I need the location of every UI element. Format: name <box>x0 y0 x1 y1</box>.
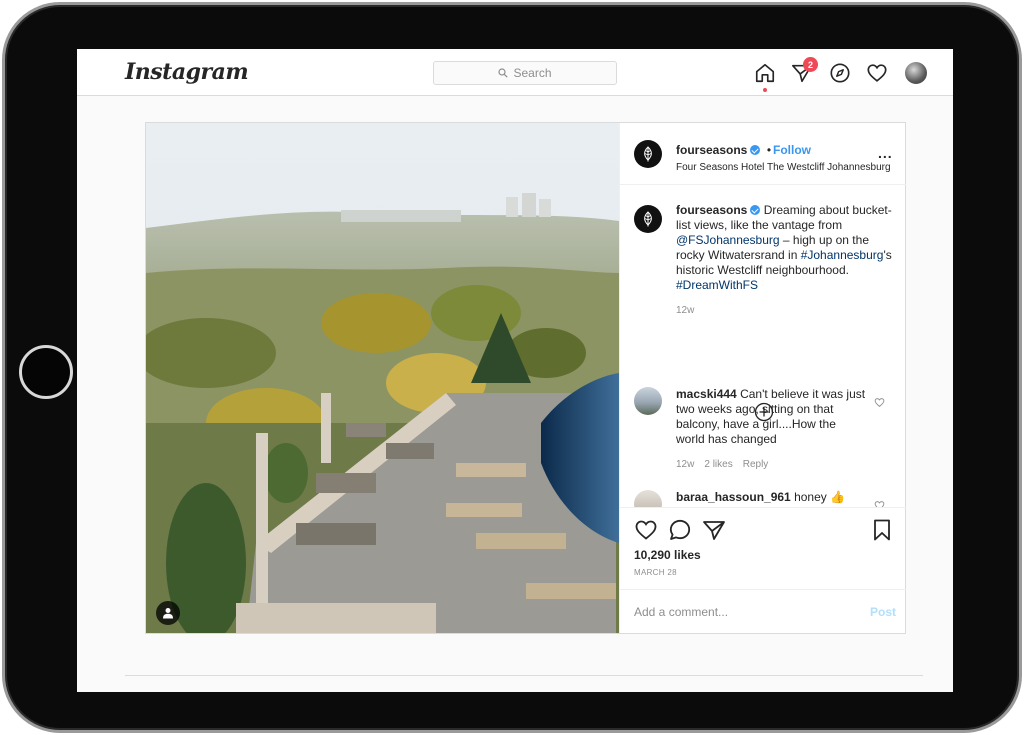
comment-reply-button[interactable]: Reply <box>743 459 769 470</box>
activity-nav-button[interactable] <box>865 61 889 85</box>
tree-logo-icon <box>644 211 652 227</box>
author-avatar[interactable] <box>634 140 662 168</box>
comment-item: baraa_hassoun_961 honey 👍 <box>634 490 894 507</box>
caption-hashtag-johannesburg[interactable]: #Johannesburg <box>801 248 884 262</box>
user-icon <box>163 608 173 619</box>
search-box[interactable]: Search <box>433 61 617 85</box>
comment-like-heart-icon[interactable] <box>874 397 885 408</box>
heart-icon <box>867 64 887 82</box>
post-actions: 10,290 likes MARCH 28 <box>620 507 906 589</box>
likes-count[interactable]: 10,290 likes <box>634 548 701 562</box>
caption-author-username[interactable]: fourseasons <box>676 203 747 217</box>
post-comment-button[interactable]: Post <box>870 605 896 619</box>
post-header: fourseasons • Follow Four Seasons Hotel T… <box>620 123 906 185</box>
search-icon <box>498 68 509 78</box>
tagged-users-button[interactable] <box>156 601 180 625</box>
hotel-terrace-photo <box>146 123 619 633</box>
comment-like-count[interactable]: 2 likes <box>704 459 732 470</box>
direct-messages-button[interactable]: 2 <box>790 57 818 85</box>
follow-button[interactable]: Follow <box>773 143 811 157</box>
tree-logo-icon <box>644 146 652 162</box>
follow-separator: • <box>766 143 772 157</box>
add-comment-input[interactable] <box>634 602 854 622</box>
search-placeholder: Search <box>513 66 552 80</box>
caption-hashtag-dreamwithfs[interactable]: #DreamWithFS <box>676 278 758 292</box>
notification-badge: 2 <box>803 57 818 72</box>
verified-badge-icon <box>750 145 761 155</box>
comment-like-heart-icon[interactable] <box>874 500 885 507</box>
comment-age: 12w <box>676 459 695 470</box>
compass-icon <box>830 63 850 83</box>
home-active-indicator <box>763 88 767 92</box>
caption-age: 12w <box>676 305 695 316</box>
caption-mention-link[interactable]: @FSJohannesburg <box>676 233 780 247</box>
instagram-logo[interactable]: Instagram <box>125 59 249 85</box>
comment-bubble-icon[interactable] <box>668 518 692 542</box>
comment-meta: 12w 2 likes Reply <box>676 459 768 470</box>
comment-text: baraa_hassoun_961 honey 👍 <box>676 490 866 505</box>
commenter-avatar[interactable] <box>634 490 662 507</box>
post-sidebar: fourseasons • Follow Four Seasons Hotel T… <box>619 123 906 633</box>
top-navigation-bar: Instagram Search 2 <box>77 49 953 96</box>
post-location[interactable]: Four Seasons Hotel The Westcliff Johanne… <box>676 162 891 173</box>
caption-author-avatar[interactable] <box>634 205 662 233</box>
save-bookmark-icon[interactable] <box>870 518 894 542</box>
commenter-avatar[interactable] <box>634 387 662 415</box>
post-author-block: fourseasons • Follow Four Seasons Hotel T… <box>676 141 891 173</box>
tablet-frame: Instagram Search 2 fourseasons • Follow … <box>2 2 1022 733</box>
more-options-button[interactable]: ... <box>878 145 893 161</box>
home-nav-button[interactable] <box>753 61 777 85</box>
verified-badge-icon <box>750 205 761 215</box>
commenter-username[interactable]: macski444 <box>676 387 737 401</box>
share-paper-plane-icon[interactable] <box>702 518 726 542</box>
post-date: MARCH 28 <box>634 568 677 577</box>
home-icon <box>755 63 775 83</box>
comment-text: macski444 Can't believe it was just two … <box>676 387 866 447</box>
post-author-username[interactable]: fourseasons <box>676 143 747 157</box>
footer-divider <box>125 675 923 676</box>
post-photo[interactable] <box>146 123 619 633</box>
comment-item: macski444 Can't believe it was just two … <box>634 387 894 477</box>
caption-text: fourseasons Dreaming about bucket-list v… <box>676 203 894 318</box>
add-comment-bar: Post <box>620 589 906 633</box>
profile-avatar[interactable] <box>905 62 927 84</box>
explore-nav-button[interactable] <box>828 61 852 85</box>
comment-body: honey 👍 <box>790 490 846 504</box>
tablet-home-button[interactable] <box>19 345 73 399</box>
post-card: fourseasons • Follow Four Seasons Hotel T… <box>145 122 906 634</box>
like-heart-icon[interactable] <box>634 518 658 542</box>
instagram-screen: Instagram Search 2 fourseasons • Follow … <box>77 49 953 692</box>
commenter-username[interactable]: baraa_hassoun_961 <box>676 490 791 504</box>
